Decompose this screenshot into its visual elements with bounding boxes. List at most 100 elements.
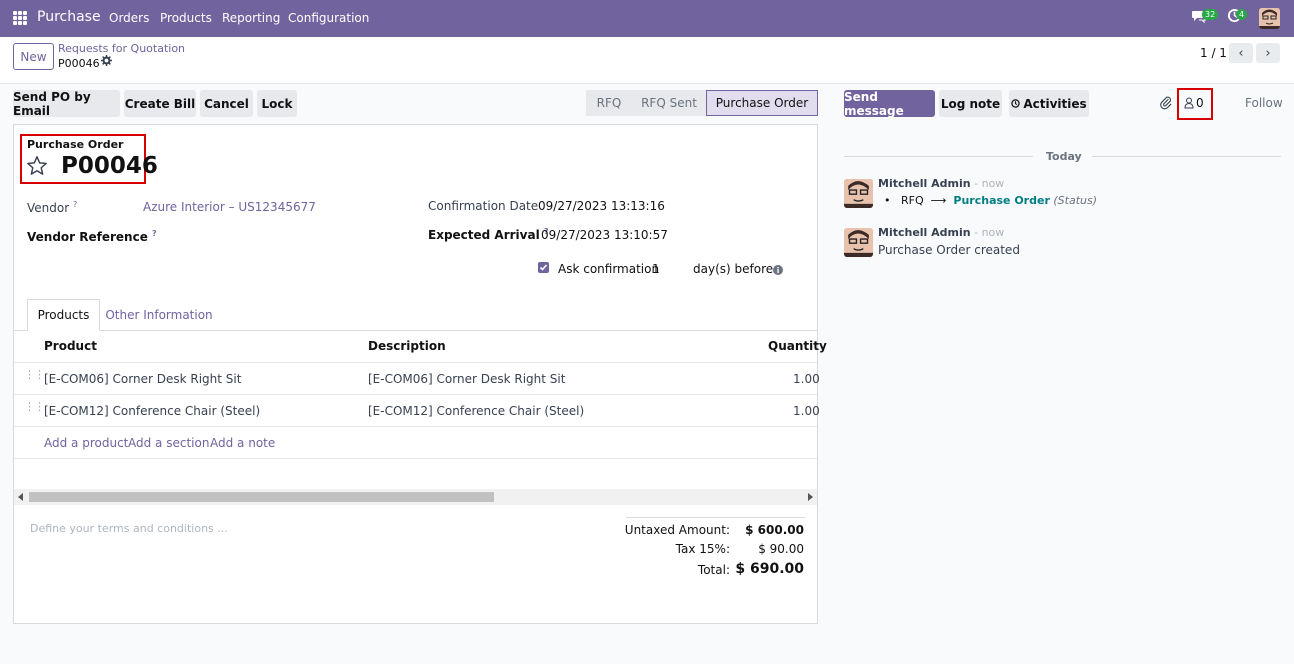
terms-conditions-field[interactable]: Define your terms and conditions ... [30,522,228,535]
star-icon[interactable] [26,155,48,180]
pager-value[interactable]: 1 / 1 [1200,46,1227,60]
description-cell[interactable]: [E-COM12] Conference Chair (Steel) [368,404,584,418]
scroll-right-icon[interactable] [808,493,813,501]
tracking-field-name: (Status) [1053,194,1098,207]
date-separator-right [1092,156,1281,157]
add-note-link[interactable]: Add a note [210,436,275,450]
add-section-link[interactable]: Add a section [128,436,209,450]
expected-arrival-label: Expected Arrival ? [428,227,549,242]
pager-next-icon[interactable]: › [1256,43,1280,63]
vendor-label-text: Vendor [27,201,70,215]
follow-button[interactable]: Follow [1245,96,1283,110]
drag-handle-icon[interactable]: ⋮⋮ [24,369,45,380]
help-icon[interactable]: ? [152,229,157,238]
vendor-reference-label-text: Vendor Reference [27,230,148,244]
tab-other-information[interactable]: Other Information [104,299,214,331]
vendor-reference-label: Vendor Reference ? [27,229,157,244]
ask-confirmation-checkbox[interactable] [538,262,549,273]
tracking-old-value: RFQ [901,194,924,207]
app-brand[interactable]: Purchase [37,9,101,25]
message-author[interactable]: Mitchell Admin [878,177,971,190]
column-header-quantity[interactable]: Quantity [768,339,827,353]
table-row[interactable]: ⋮⋮ [E-COM12] Conference Chair (Steel) [E… [14,394,820,426]
quantity-cell[interactable]: 1.00 [793,372,820,386]
log-note-button[interactable]: Log note [939,90,1002,117]
avatar[interactable] [844,179,873,208]
quantity-cell[interactable]: 1.00 [793,404,820,418]
expected-arrival-label-text: Expected Arrival [428,228,540,242]
status-step-rfq[interactable]: RFQ [586,90,632,116]
add-product-link[interactable]: Add a product [44,436,128,450]
vendor-field[interactable]: Azure Interior – US12345677 [143,200,316,214]
info-icon[interactable] [773,264,783,278]
tracking-new-value: Purchase Order [953,194,1050,207]
product-cell[interactable]: [E-COM12] Conference Chair (Steel) [44,404,260,418]
followers-user-icon[interactable] [1184,97,1194,112]
user-avatar[interactable] [1259,8,1280,29]
top-navbar: Purchase Orders Products Reporting Confi… [0,0,1294,37]
scrollbar-thumb[interactable] [29,492,494,502]
create-bill-button[interactable]: Create Bill [124,90,196,117]
lock-button[interactable]: Lock [257,90,297,117]
untaxed-amount-value: $ 600.00 [745,523,804,537]
status-step-rfq-sent[interactable]: RFQ Sent [632,90,706,116]
menu-configuration[interactable]: Configuration [288,11,369,25]
message-author[interactable]: Mitchell Admin [878,226,971,239]
confirmation-date-label: Confirmation Date [428,199,539,213]
help-icon[interactable]: ? [73,200,77,209]
avatar[interactable] [844,228,873,257]
message-header: Mitchell Admin - now [878,226,1004,239]
table-row[interactable]: ⋮⋮ [E-COM06] Corner Desk Right Sit [E-CO… [14,362,820,394]
activity-count-badge: 4 [1236,9,1248,20]
status-step-purchase-order[interactable]: Purchase Order [706,90,818,116]
days-before-field[interactable]: 1 [652,262,660,276]
activities-button[interactable]: Activities [1009,90,1089,117]
product-cell[interactable]: [E-COM06] Corner Desk Right Sit [44,372,241,386]
drag-handle-icon[interactable]: ⋮⋮ [24,401,45,412]
column-header-product[interactable]: Product [44,339,97,353]
tax-value: $ 90.00 [758,542,804,556]
paperclip-icon[interactable] [1160,96,1173,113]
message-header: Mitchell Admin - now [878,177,1004,190]
confirmation-date-field[interactable]: 09/27/2023 13:13:16 [538,199,665,213]
highlight-box-followers [1177,88,1213,120]
new-button[interactable]: New [13,43,54,70]
control-panel: New Requests for Quotation P00046 1 / 1 … [0,37,1294,84]
message-time: - now [974,177,1005,190]
menu-products[interactable]: Products [160,11,212,25]
tax-label: Tax 15%: [675,542,730,556]
bullet: • [884,194,891,207]
gear-icon[interactable] [101,55,112,69]
app-menu-icon[interactable] [13,11,27,25]
scroll-left-icon[interactable] [18,493,23,501]
send-po-button[interactable]: Send PO by Email [13,90,120,118]
message-time: - now [974,226,1005,239]
date-separator-left [844,156,1033,157]
send-message-button[interactable]: Send message [844,90,935,118]
arrow-right-icon: ⟶ [927,194,950,207]
expected-arrival-field[interactable]: 09/27/2023 13:10:57 [541,228,668,242]
tracking-change: • RFQ ⟶ Purchase Order (Status) [884,194,1097,207]
column-header-description[interactable]: Description [368,339,446,353]
total-value: $ 690.00 [735,561,804,577]
menu-reporting[interactable]: Reporting [222,11,280,25]
totals-divider [626,517,805,518]
activities-label: Activities [1023,96,1087,111]
date-separator-label: Today [1046,150,1082,163]
followers-count[interactable]: 0 [1196,96,1204,110]
document-name: P00046 [61,153,158,179]
menu-orders[interactable]: Orders [109,11,149,25]
cancel-button[interactable]: Cancel [200,90,253,117]
pager-prev-icon[interactable]: ‹ [1229,43,1253,63]
breadcrumb-parent[interactable]: Requests for Quotation [58,42,185,55]
total-label: Total: [697,563,730,577]
breadcrumb-current: P00046 [58,57,100,70]
untaxed-amount-label: Untaxed Amount: [624,523,730,537]
ask-confirmation-label: Ask confirmation [558,262,660,276]
vendor-label: Vendor ? [27,200,77,215]
tab-products[interactable]: Products [27,299,100,331]
horizontal-scrollbar[interactable] [14,489,817,505]
chat-count-badge: 32 [1202,9,1219,20]
description-cell[interactable]: [E-COM06] Corner Desk Right Sit [368,372,565,386]
message-body: Purchase Order created [878,243,1020,257]
